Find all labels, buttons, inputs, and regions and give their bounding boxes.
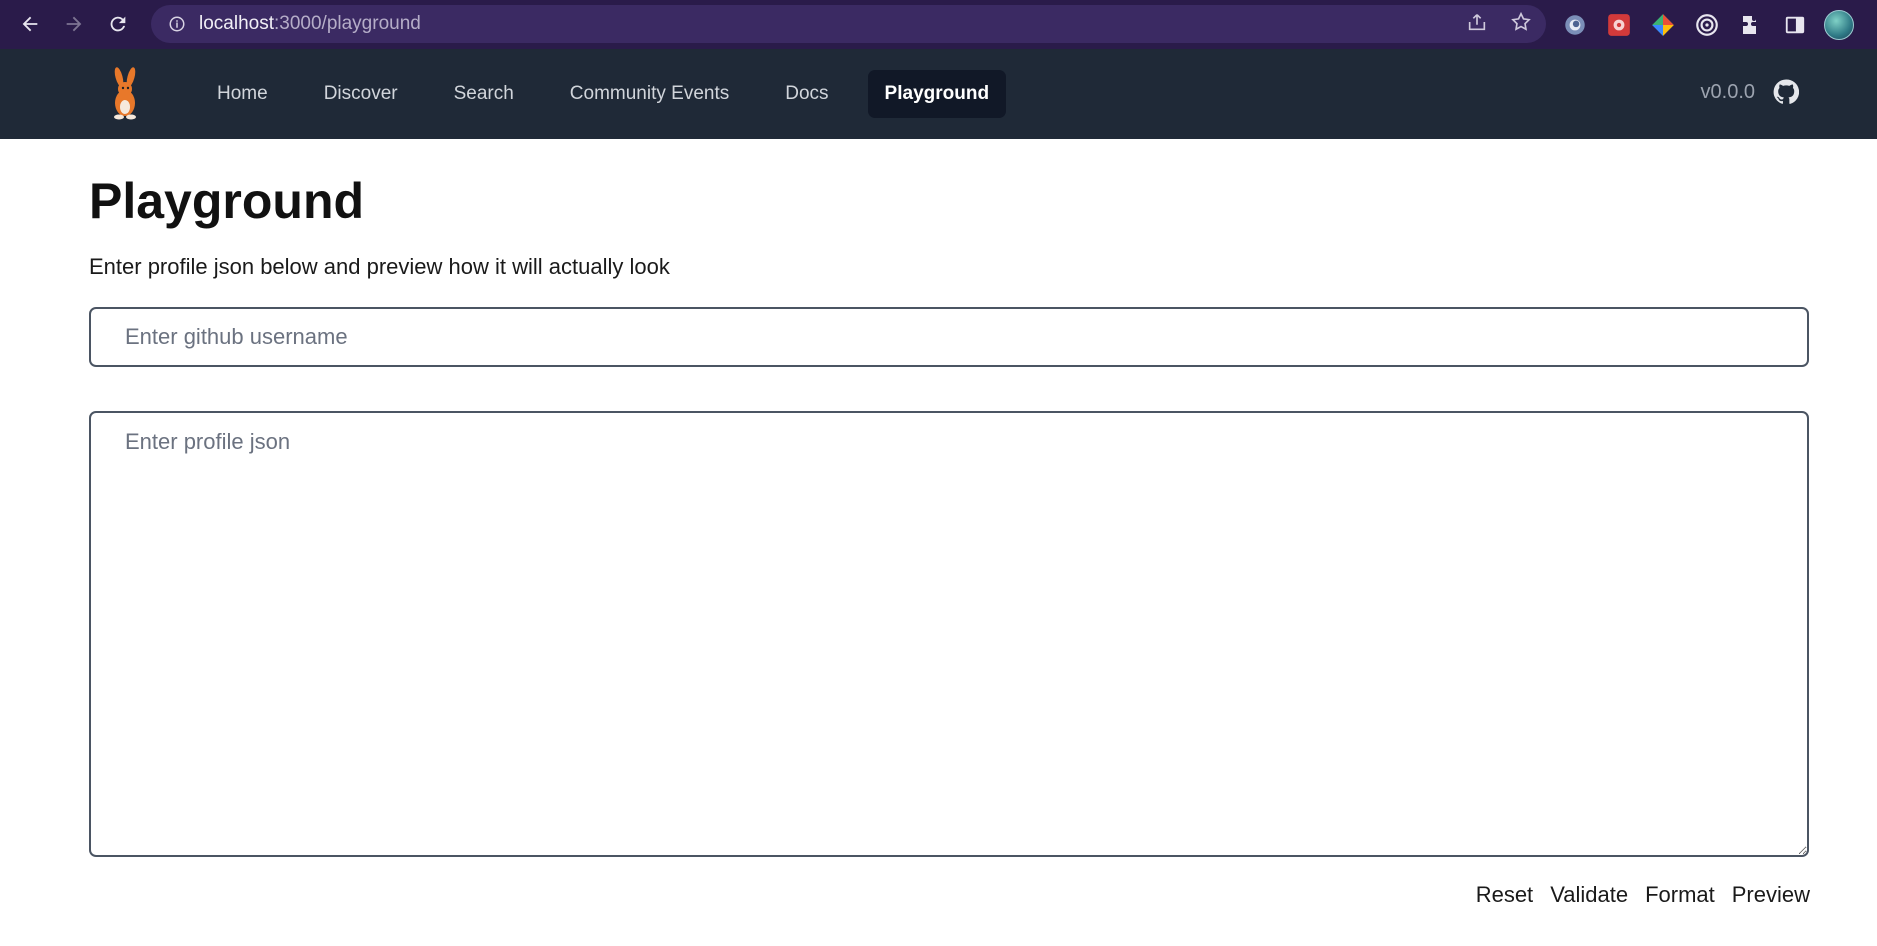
sidebar-icon[interactable] <box>1780 10 1810 40</box>
share-icon[interactable] <box>1466 11 1488 38</box>
bunny-logo-icon[interactable] <box>102 67 148 121</box>
extensions-area <box>1560 0 1854 49</box>
url-host: localhost <box>199 13 274 34</box>
forward-arrow-icon[interactable] <box>56 6 92 42</box>
action-buttons: Reset Validate Format Preview <box>1476 882 1810 908</box>
info-icon[interactable] <box>167 14 187 34</box>
preview-button[interactable]: Preview <box>1732 882 1810 908</box>
github-username-input[interactable] <box>89 307 1809 367</box>
extension-puzzle-icon[interactable] <box>1736 10 1766 40</box>
version-label: v0.0.0 <box>1700 80 1755 103</box>
reset-button[interactable]: Reset <box>1476 882 1533 908</box>
nav-link-discover[interactable]: Discover <box>307 70 415 118</box>
nav-link-community-events[interactable]: Community Events <box>553 70 746 118</box>
extension-ring-icon[interactable] <box>1560 10 1590 40</box>
reload-icon[interactable] <box>100 6 136 42</box>
nav-link-docs[interactable]: Docs <box>768 70 845 118</box>
profile-avatar[interactable] <box>1824 9 1854 40</box>
profile-json-textarea[interactable] <box>89 411 1809 857</box>
star-icon[interactable] <box>1510 11 1532 38</box>
nav-links: Home Discover Search Community Events Do… <box>200 70 1028 118</box>
browser-toolbar: localhost:3000/playground <box>0 0 1877 49</box>
url-path: :3000/playground <box>274 13 421 34</box>
github-icon[interactable] <box>1773 79 1799 105</box>
extension-red-icon[interactable] <box>1604 10 1634 40</box>
nav-right: v0.0.0 <box>1701 79 1799 105</box>
page-subtitle: Enter profile json below and preview how… <box>89 254 670 279</box>
nav-link-search[interactable]: Search <box>437 70 531 118</box>
url-text: localhost:3000/playground <box>199 13 421 35</box>
validate-button[interactable]: Validate <box>1550 882 1628 908</box>
format-button[interactable]: Format <box>1645 882 1715 908</box>
extension-color-icon[interactable] <box>1648 10 1678 40</box>
extension-target-icon[interactable] <box>1692 10 1722 40</box>
address-bar[interactable]: localhost:3000/playground <box>151 5 1546 43</box>
app-navbar: Home Discover Search Community Events Do… <box>0 49 1877 139</box>
nav-link-playground[interactable]: Playground <box>867 70 1007 118</box>
back-arrow-icon[interactable] <box>12 6 48 42</box>
nav-link-home[interactable]: Home <box>200 70 285 118</box>
page-title: Playground <box>89 173 365 229</box>
